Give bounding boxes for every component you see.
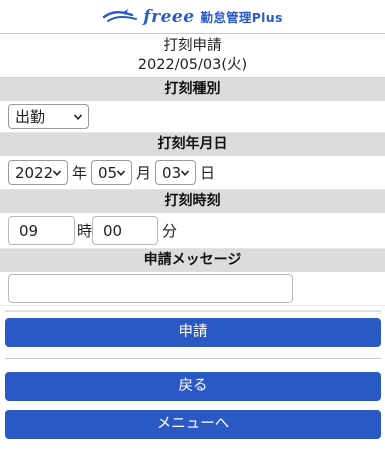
title-heading: 打刻申請 bbox=[163, 38, 222, 54]
month-value: 05 bbox=[98, 163, 118, 182]
minute-unit: 分 bbox=[162, 222, 178, 240]
hour-input[interactable]: 09 bbox=[8, 216, 75, 245]
section-request-message: 申請メッセージ bbox=[0, 249, 385, 272]
chevron-down-icon bbox=[180, 170, 190, 176]
stamp-type-value: 出勤 bbox=[15, 108, 46, 126]
menu-button[interactable]: メニューへ bbox=[5, 410, 381, 439]
day-select[interactable]: 03 bbox=[155, 160, 197, 185]
day-unit: 日 bbox=[200, 164, 216, 182]
section-stamp-date: 打刻年月日 bbox=[0, 133, 385, 156]
stamp-type-row: 出勤 bbox=[0, 101, 385, 133]
minute-input[interactable]: 00 bbox=[92, 216, 159, 245]
page-title: 打刻申請 2022/05/03(火) bbox=[0, 34, 385, 78]
stamp-time-row: 09 時 00 分 bbox=[0, 213, 385, 249]
attendance-request-page: freee 勤怠管理Plus 打刻申請 2022/05/03(火) 打刻種別 出… bbox=[0, 0, 385, 452]
year-unit: 年 bbox=[72, 164, 88, 182]
section-stamp-time: 打刻時刻 bbox=[0, 190, 385, 213]
message-input[interactable] bbox=[8, 274, 293, 303]
message-row bbox=[0, 272, 385, 306]
logo-text: freee bbox=[143, 6, 195, 27]
month-unit: 月 bbox=[136, 164, 152, 182]
chevron-down-icon bbox=[116, 170, 126, 176]
submit-button[interactable]: 申請 bbox=[5, 318, 381, 347]
hour-unit: 時 bbox=[77, 222, 93, 240]
divider bbox=[5, 310, 381, 312]
day-value: 03 bbox=[162, 163, 182, 182]
bird-logo-icon bbox=[103, 8, 138, 22]
back-button[interactable]: 戻る bbox=[5, 372, 381, 401]
chevron-down-icon bbox=[73, 114, 83, 120]
stamp-date-row: 2022 年 05 月 03 日 bbox=[0, 156, 385, 190]
logo-subtitle: 勤怠管理Plus bbox=[200, 10, 283, 25]
chevron-down-icon bbox=[52, 170, 62, 176]
section-stamp-type: 打刻種別 bbox=[0, 78, 385, 101]
year-select[interactable]: 2022 bbox=[8, 160, 68, 185]
month-select[interactable]: 05 bbox=[91, 160, 133, 185]
divider bbox=[5, 358, 381, 359]
freee-logo: freee 勤怠管理Plus bbox=[102, 7, 282, 27]
year-value: 2022 bbox=[15, 163, 54, 182]
title-date: 2022/05/03(火) bbox=[137, 57, 248, 73]
stamp-type-select[interactable]: 出勤 bbox=[8, 104, 89, 129]
app-header: freee 勤怠管理Plus bbox=[0, 0, 385, 34]
